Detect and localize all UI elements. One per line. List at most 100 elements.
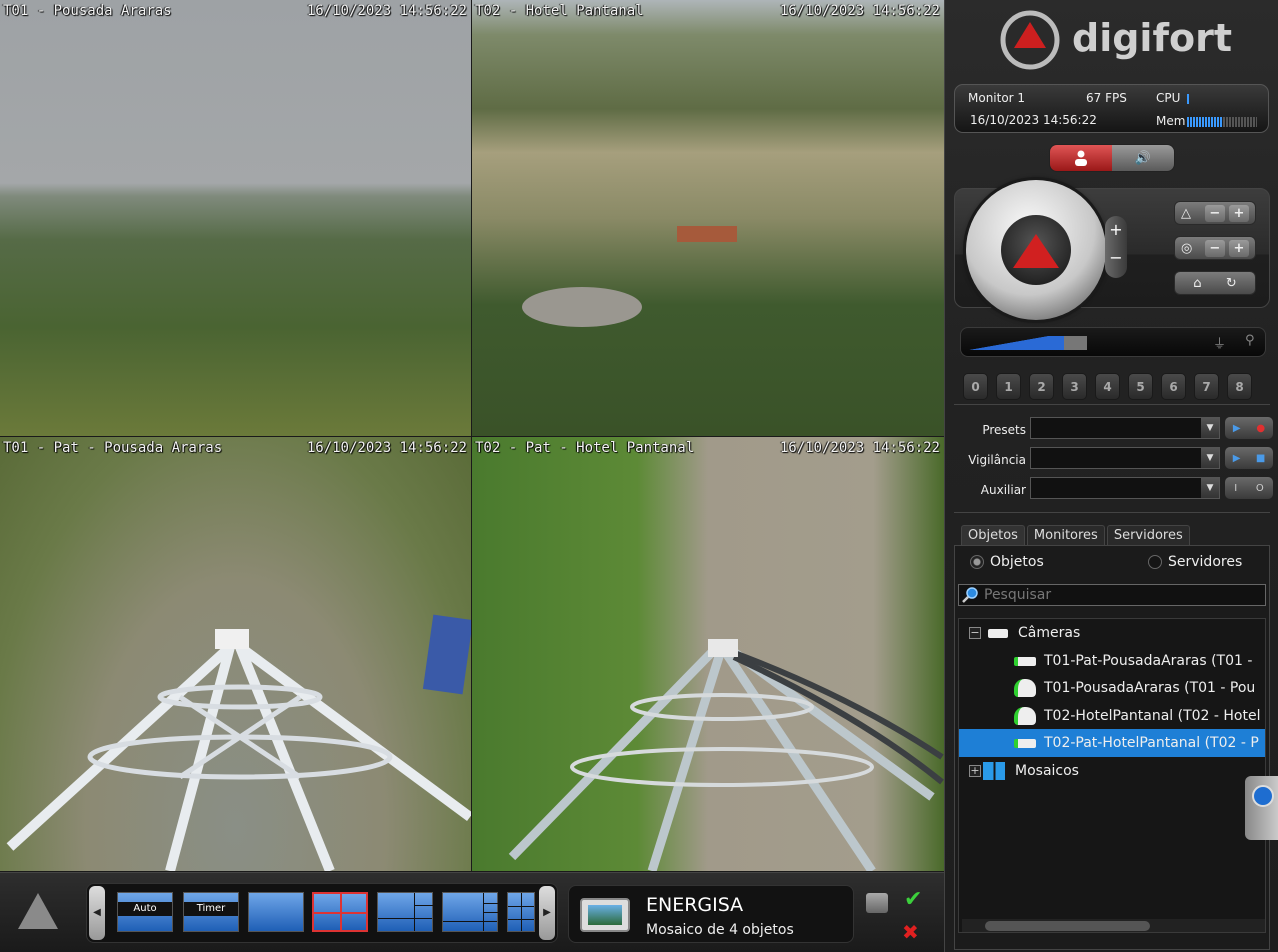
tab-servidores[interactable]: Servidores — [1106, 525, 1190, 545]
ptz-center[interactable] — [1001, 215, 1071, 285]
layout-grid-button[interactable] — [507, 892, 535, 932]
presets-row: Presets ▼ ▶ ● — [955, 417, 1273, 441]
iris-control[interactable]: ◎ − + — [1174, 236, 1256, 260]
layout-2x2-button[interactable] — [312, 892, 368, 932]
trash-icon[interactable] — [866, 893, 888, 913]
eject-icon[interactable] — [18, 893, 58, 929]
objects-tab-content: Objetos Servidores Pesquisar − Câmeras T… — [954, 545, 1270, 950]
camera-view-t02-hotel-pantanal[interactable]: T02 - Hotel Pantanal 16/10/2023 14:56:22 — [472, 0, 944, 436]
auxiliar-actions: IO — [1225, 477, 1273, 499]
horizontal-scrollbar[interactable] — [962, 919, 1265, 932]
digifort-logo: digifort — [1000, 8, 1232, 70]
focus-minus-button[interactable]: − — [1204, 204, 1225, 222]
logo-icon — [1000, 10, 1060, 70]
side-dock-handle[interactable] — [1245, 776, 1278, 840]
search-input[interactable]: Pesquisar — [958, 584, 1266, 606]
camera-name: T01 - Pousada Araras — [3, 3, 172, 19]
preset-button-4[interactable]: 4 — [1095, 373, 1120, 400]
camera-view-t01-pousada-araras[interactable]: T01 - Pousada Araras 16/10/2023 14:56:22 — [0, 0, 471, 436]
confirm-icon[interactable]: ✔ — [904, 889, 928, 911]
camera-name: T01 - Pat - Pousada Araras — [3, 440, 223, 456]
preset-button-5[interactable]: 5 — [1128, 373, 1153, 400]
home-control[interactable]: ⌂ ↻ — [1174, 271, 1256, 295]
tab-objetos[interactable]: Objetos — [961, 525, 1025, 545]
presets-label: Presets — [982, 423, 1026, 437]
layout-1x1-button[interactable] — [248, 892, 304, 932]
on-icon[interactable]: I — [1234, 483, 1237, 494]
scrollbar-thumb[interactable] — [985, 921, 1150, 931]
preset-button-1[interactable]: 1 — [996, 373, 1021, 400]
control-panel: digifort Monitor 1 67 FPS CPU 16/10/2023… — [944, 0, 1278, 952]
layout-1plus5-button[interactable] — [377, 892, 434, 932]
off-icon[interactable]: O — [1256, 483, 1264, 494]
ptz-joystick[interactable] — [966, 180, 1106, 320]
tree-item-camera[interactable]: T01-PousadaAraras (T01 - Pou — [1014, 674, 1265, 702]
iris-plus-button[interactable]: + — [1229, 239, 1249, 257]
preset-button-7[interactable]: 7 — [1194, 373, 1219, 400]
tree-item-camera-selected[interactable]: T02-Pat-HotelPantanal (T02 - P — [959, 729, 1265, 757]
layout-auto-button[interactable]: Auto — [117, 892, 173, 932]
tree-item-label: T02-Pat-HotelPantanal (T02 - P — [1044, 735, 1259, 751]
play-icon[interactable]: ▶ — [1233, 453, 1241, 464]
vigilancia-row: Vigilância ▼ ▶ ■ — [955, 447, 1273, 471]
zoom-control[interactable]: + − — [1105, 216, 1127, 278]
preset-button-3[interactable]: 3 — [1062, 373, 1087, 400]
radio-servidores[interactable]: Servidores — [1148, 554, 1242, 570]
speed-slider[interactable]: ⏚ ⚲ — [960, 327, 1266, 357]
preset-button-2[interactable]: 2 — [1029, 373, 1054, 400]
preset-button-6[interactable]: 6 — [1161, 373, 1186, 400]
scroll-right-button[interactable]: ▶ — [539, 886, 555, 940]
camera-online-icon — [1014, 738, 1036, 748]
play-icon[interactable]: ▶ — [1233, 423, 1241, 434]
tree-node-mosaics[interactable]: + Mosaicos — [969, 757, 1079, 785]
preset-number-buttons: 0 1 2 3 4 5 6 7 8 — [963, 373, 1252, 400]
layout-timer-button[interactable]: Timer — [183, 892, 239, 932]
tree-node-cameras[interactable]: − Câmeras — [969, 619, 1080, 647]
camera-name: T02 - Hotel Pantanal — [475, 3, 644, 19]
user-mode-button[interactable] — [1050, 145, 1112, 171]
divider — [954, 512, 1270, 513]
record-icon[interactable]: ● — [1256, 423, 1265, 434]
surveillance-app: T01 - Pousada Araras 16/10/2023 14:56:22… — [0, 0, 1278, 952]
preset-button-0[interactable]: 0 — [963, 373, 988, 400]
presets-select[interactable]: ▼ — [1030, 417, 1220, 439]
radio-objetos[interactable]: Objetos — [970, 554, 1044, 570]
person-icon — [1075, 150, 1087, 166]
scroll-left-button[interactable]: ◀ — [89, 886, 105, 940]
tab-monitores[interactable]: Monitores — [1026, 525, 1105, 545]
focus-plus-button[interactable]: + — [1229, 204, 1249, 222]
cancel-icon[interactable]: ✖ — [902, 921, 926, 943]
vigilancia-select[interactable]: ▼ — [1030, 447, 1220, 469]
iris-minus-button[interactable]: − — [1204, 239, 1225, 257]
camera-view-t01-pat-pousada-araras[interactable]: T01 - Pat - Pousada Araras 16/10/2023 14… — [0, 437, 471, 871]
collapse-icon[interactable]: − — [969, 627, 981, 639]
auto-track-icon[interactable]: ↻ — [1226, 276, 1237, 291]
auxiliar-select[interactable]: ▼ — [1030, 477, 1220, 499]
triangle-icon — [1013, 234, 1059, 268]
zoom-minus-button[interactable]: − — [1105, 244, 1127, 272]
mosaics-label: Mosaicos — [1015, 763, 1079, 779]
dock-icon — [1252, 785, 1274, 807]
zoom-plus-button[interactable]: + — [1105, 216, 1127, 244]
search-zoom-icon[interactable]: ⚲ — [1245, 333, 1255, 348]
joystick-icon[interactable]: ⏚ — [1213, 333, 1226, 352]
layout-1plus7-button[interactable] — [442, 892, 499, 932]
speed-thumb[interactable] — [1064, 336, 1087, 350]
home-icon[interactable]: ⌂ — [1193, 276, 1201, 291]
expand-icon[interactable]: + — [969, 765, 981, 777]
tree-item-camera[interactable]: T02-HotelPantanal (T02 - Hotel — [1014, 702, 1265, 730]
speed-fill — [969, 336, 1064, 350]
camera-view-t02-pat-hotel-pantanal[interactable]: T02 - Pat - Hotel Pantanal 16/10/2023 14… — [472, 437, 944, 871]
presets-actions: ▶ ● — [1225, 417, 1273, 439]
tree-item-camera[interactable]: T01-Pat-PousadaAraras (T01 - — [1014, 647, 1265, 675]
monitor-label: Monitor 1 — [968, 91, 1026, 105]
mem-label: Mem — [1156, 114, 1186, 128]
preset-button-8[interactable]: 8 — [1227, 373, 1252, 400]
search-placeholder: Pesquisar — [984, 587, 1052, 603]
stop-icon[interactable]: ■ — [1256, 453, 1265, 464]
focus-control[interactable]: △ − + — [1174, 201, 1256, 225]
mosaic-icon — [983, 762, 1005, 780]
status-display: Monitor 1 67 FPS CPU 16/10/2023 14:56:22… — [954, 84, 1269, 133]
audio-button[interactable]: 🔊 — [1112, 145, 1174, 171]
tower-structure — [6, 614, 471, 871]
